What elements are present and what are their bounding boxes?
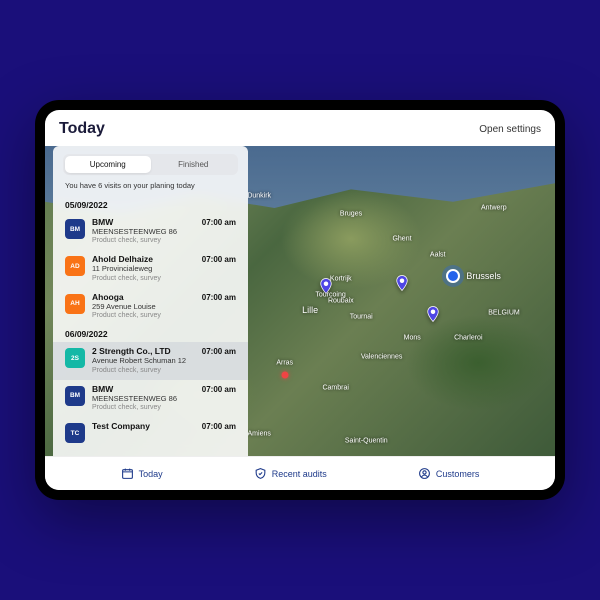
customer-badge: BM: [65, 386, 85, 406]
map-city-label: Cambrai: [322, 384, 348, 391]
visit-meta: Product check, survey: [92, 366, 195, 375]
open-settings-link[interactable]: Open settings: [479, 124, 541, 135]
visit-info: Ahooga259 Avenue LouiseProduct check, su…: [92, 293, 195, 320]
map-city-label: Arras: [276, 360, 293, 367]
map-city-label: Lille: [302, 305, 318, 315]
app-screen: Today Open settings Dunkirk Bruges Ghent An…: [45, 110, 555, 490]
customer-address: MEENSESTEENWEG 86: [92, 228, 195, 237]
map-city-label: BELGIUM: [488, 310, 520, 317]
map-city-label: Valenciennes: [361, 353, 403, 360]
map-city-label: Roubaix: [328, 298, 354, 305]
page-title: Today: [59, 120, 105, 138]
visit-row[interactable]: 2S 2 Strength Co., LTDAvenue Robert Schum…: [53, 342, 248, 379]
map-city-label: Charleroi: [454, 335, 482, 342]
visit-row[interactable]: BM BMWMEENSESTEENWEG 86Product check, sur…: [53, 213, 248, 250]
map-city-label: Dunkirk: [247, 192, 271, 199]
visit-meta: Product check, survey: [92, 403, 195, 412]
visit-time: 07:00 am: [202, 293, 236, 302]
nav-recent-audits[interactable]: Recent audits: [254, 467, 327, 480]
map-pin-icon[interactable]: [393, 274, 411, 292]
planning-summary: You have 6 visits on your planing today: [53, 181, 248, 196]
map-city-label: Kortrijk: [330, 276, 352, 283]
alert-marker-icon: [281, 372, 288, 379]
visit-info: Ahold Delhaize11 ProvincialewegProduct c…: [92, 255, 195, 282]
visit-row[interactable]: AH Ahooga259 Avenue LouiseProduct check, …: [53, 288, 248, 325]
visit-meta: Product check, survey: [92, 236, 195, 245]
date-header: 05/09/2022: [53, 196, 248, 213]
customer-address: MEENSESTEENWEG 86: [92, 395, 195, 404]
visit-time: 07:00 am: [202, 422, 236, 431]
bottom-nav: Today Recent audits Customers: [45, 456, 555, 490]
content-area: Dunkirk Bruges Ghent Antwerp Brussels Kortrij…: [45, 146, 555, 456]
visits-panel: Upcoming Finished You have 6 visits on y…: [53, 146, 248, 456]
customer-address: 11 Provincialeweg: [92, 265, 195, 274]
visit-info: Test Company: [92, 422, 195, 432]
nav-recent-label: Recent audits: [272, 469, 327, 479]
customer-badge: BM: [65, 219, 85, 239]
map-city-label: Amiens: [248, 431, 271, 438]
customer-badge: AH: [65, 294, 85, 314]
map-city-label: Tourcoing: [315, 291, 345, 298]
visit-info: BMWMEENSESTEENWEG 86Product check, surve…: [92, 385, 195, 412]
current-location-icon[interactable]: [446, 269, 460, 283]
customer-badge: 2S: [65, 348, 85, 368]
nav-customers[interactable]: Customers: [418, 467, 480, 480]
map-city-label: Ghent: [392, 236, 411, 243]
map-city-label: Antwerp: [481, 205, 507, 212]
customer-address: 259 Avenue Louise: [92, 303, 195, 312]
visit-row[interactable]: AD Ahold Delhaize11 ProvincialewegProduct…: [53, 250, 248, 287]
visit-meta: Product check, survey: [92, 311, 195, 320]
nav-customers-label: Customers: [436, 469, 480, 479]
map-city-label: Bruges: [340, 211, 362, 218]
visit-row[interactable]: BM BMWMEENSESTEENWEG 86Product check, sur…: [53, 380, 248, 417]
map-city-label: Tournai: [350, 313, 373, 320]
user-circle-icon: [418, 467, 431, 480]
tab-finished[interactable]: Finished: [151, 156, 237, 173]
visit-time: 07:00 am: [202, 255, 236, 264]
nav-today[interactable]: Today: [121, 467, 163, 480]
customer-badge: TC: [65, 423, 85, 443]
customer-address: Avenue Robert Schuman 12: [92, 357, 195, 366]
tab-upcoming[interactable]: Upcoming: [65, 156, 151, 173]
date-header: 06/09/2022: [53, 325, 248, 342]
visit-info: BMWMEENSESTEENWEG 86Product check, surve…: [92, 218, 195, 245]
map-city-label: Mons: [404, 335, 421, 342]
map-city-label: Brussels: [466, 271, 501, 281]
visit-time: 07:00 am: [202, 218, 236, 227]
segmented-control: Upcoming Finished: [63, 154, 238, 175]
shield-check-icon: [254, 467, 267, 480]
visit-info: 2 Strength Co., LTDAvenue Robert Schuman…: [92, 347, 195, 374]
customer-name: Test Company: [92, 422, 195, 432]
visit-time: 07:00 am: [202, 385, 236, 394]
customer-badge: AD: [65, 256, 85, 276]
tablet-frame: Today Open settings Dunkirk Bruges Ghent An…: [35, 100, 565, 500]
visit-meta: Product check, survey: [92, 274, 195, 283]
map-pin-icon[interactable]: [424, 305, 442, 323]
visit-time: 07:00 am: [202, 347, 236, 356]
map-city-label: Saint-Quentin: [345, 437, 388, 444]
app-header: Today Open settings: [45, 110, 555, 146]
visit-row[interactable]: TC Test Company 07:00 am: [53, 417, 248, 448]
calendar-icon: [121, 467, 134, 480]
nav-today-label: Today: [139, 469, 163, 479]
visits-list[interactable]: 05/09/2022 BM BMWMEENSESTEENWEG 86Product …: [53, 196, 248, 456]
map-city-label: Aalst: [430, 251, 446, 258]
